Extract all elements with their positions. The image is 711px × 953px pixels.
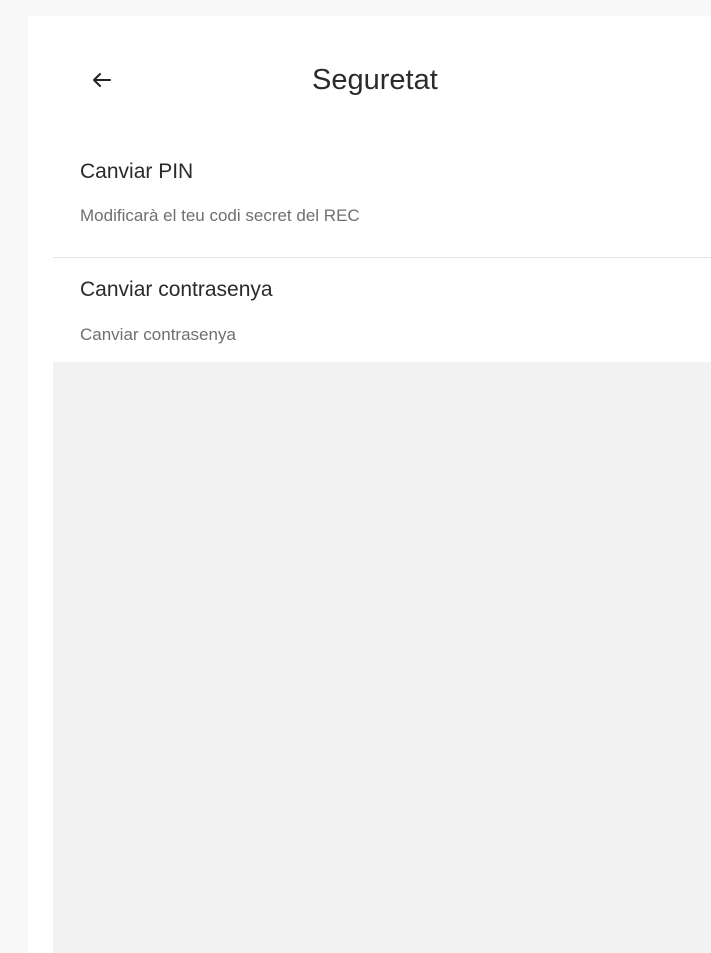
back-button[interactable] <box>80 58 124 102</box>
security-options-list: Canviar PIN Modificarà el teu codi secre… <box>28 144 711 376</box>
change-pin-description: Modificarà el teu codi secret del REC <box>80 206 360 225</box>
top-app-bar: Seguretat <box>28 16 711 144</box>
arrow-left-icon <box>90 68 114 92</box>
change-pin-item[interactable]: Canviar PIN Modificarà el teu codi secre… <box>28 144 711 258</box>
change-pin-title: Canviar PIN <box>80 160 194 183</box>
empty-content-area <box>53 362 711 953</box>
security-screen: Seguretat Canviar PIN Modificarà el teu … <box>28 16 711 953</box>
page-title: Seguretat <box>312 64 438 96</box>
change-password-description: Canviar contrasenya <box>80 325 236 344</box>
change-password-title: Canviar contrasenya <box>80 278 273 301</box>
change-password-item[interactable]: Canviar contrasenya Canviar contrasenya <box>28 258 711 376</box>
